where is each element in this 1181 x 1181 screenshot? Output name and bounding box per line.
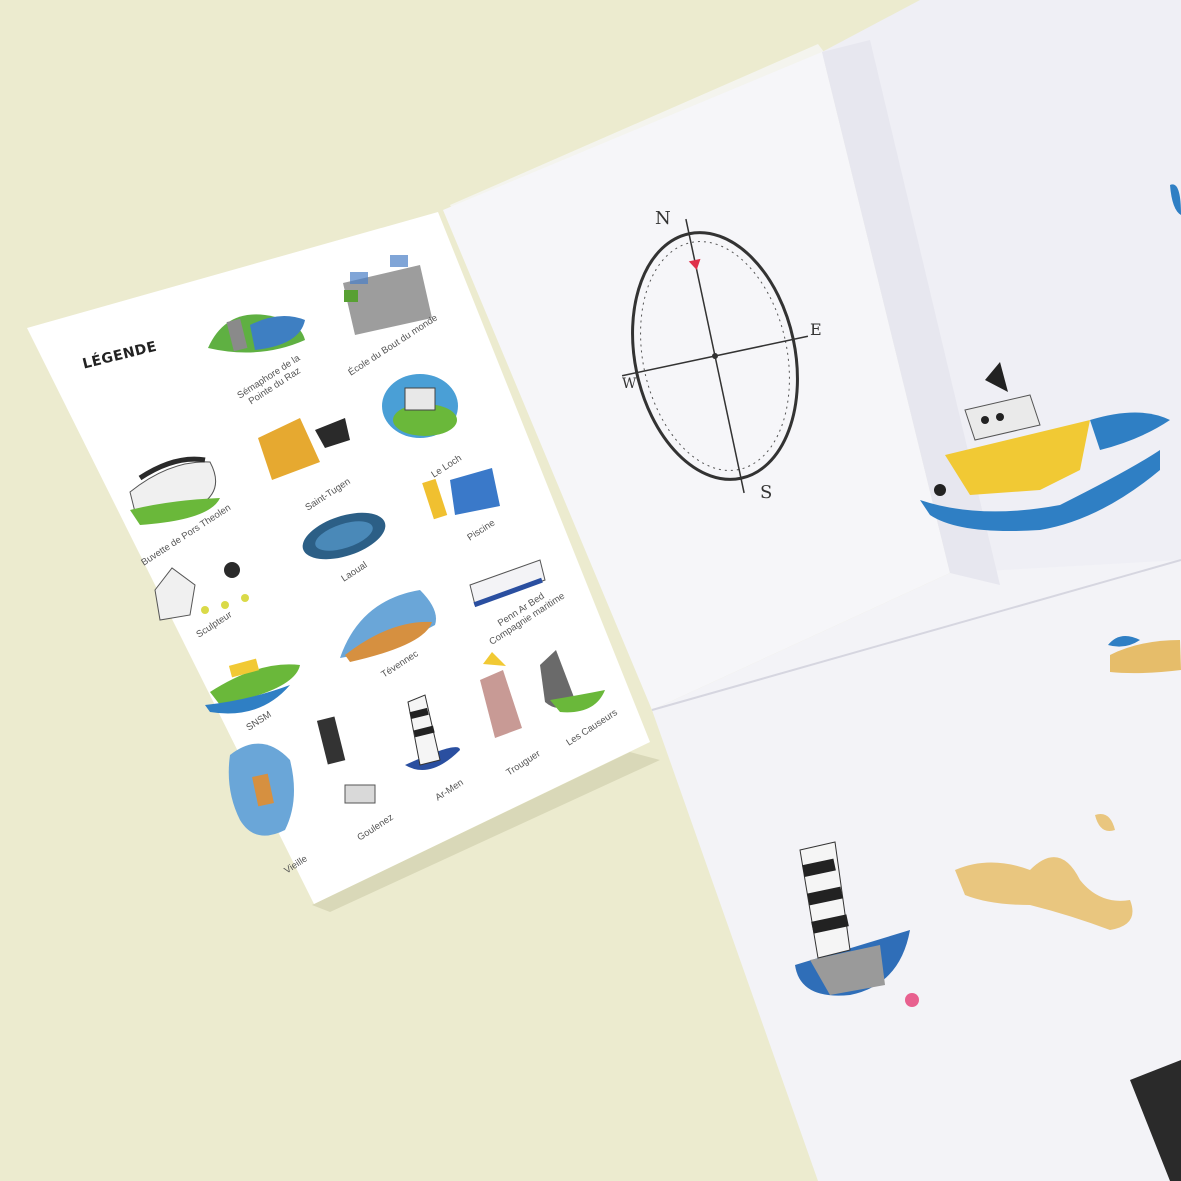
compass-north-label: N bbox=[655, 208, 671, 229]
compass-south-label: S bbox=[760, 482, 773, 503]
photo-scene bbox=[27, 0, 1181, 1181]
compass-west-label: W bbox=[622, 376, 637, 392]
compass-east-label: E bbox=[810, 320, 822, 339]
